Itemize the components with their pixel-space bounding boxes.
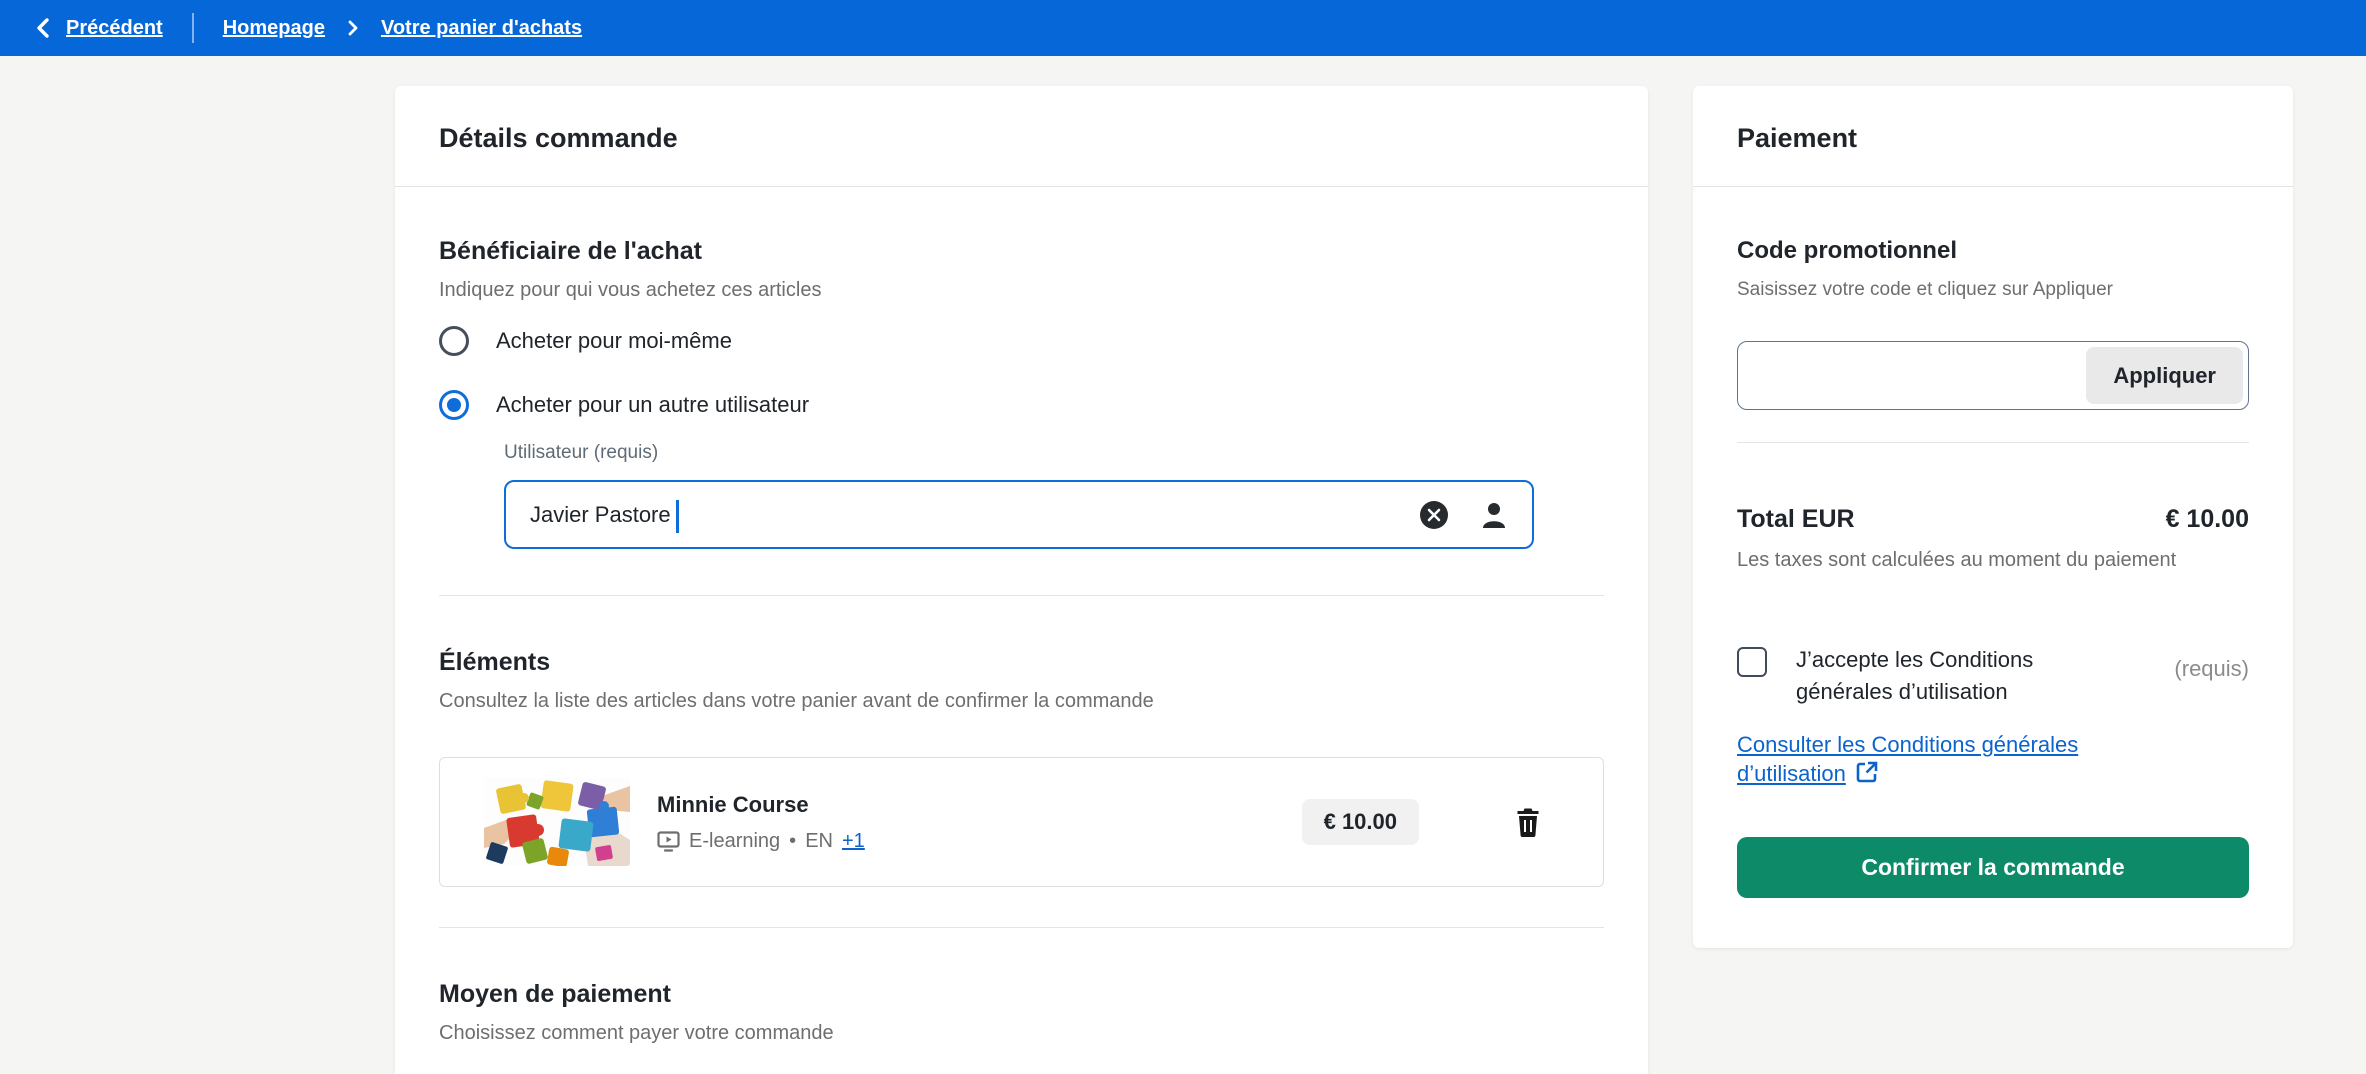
- items-heading: Éléments: [439, 648, 551, 676]
- order-details-title: Détails commande: [439, 123, 678, 153]
- total-label: Total EUR: [1737, 505, 1855, 533]
- trash-icon: [1515, 807, 1541, 837]
- x-circle-icon: [1419, 500, 1449, 530]
- terms-link-label: Consulter les Conditions générales d’uti…: [1737, 731, 2079, 786]
- radio-label: Acheter pour moi-même: [496, 328, 732, 353]
- tax-note: Les taxes sont calculées au moment du pa…: [1737, 549, 2177, 571]
- beneficiary-subheading: Indiquez pour qui vous achetez ces artic…: [439, 279, 822, 301]
- section-divider: [439, 927, 1604, 928]
- item-price-badge: € 10.00: [1301, 799, 1419, 845]
- promo-subheading: Saisissez votre code et cliquez sur Appl…: [1737, 279, 2113, 300]
- promo-code-field[interactable]: Appliquer: [1737, 341, 2249, 410]
- chevron-left-icon: [33, 17, 53, 39]
- promo-heading: Code promotionnel: [1737, 237, 1957, 264]
- section-divider: [1737, 442, 2249, 443]
- course-thumbnail: [484, 778, 630, 866]
- radio-buy-for-myself[interactable]: Acheter pour moi-même: [439, 326, 1604, 356]
- back-link[interactable]: Précédent: [33, 17, 163, 40]
- apply-promo-button[interactable]: Appliquer: [2086, 347, 2243, 404]
- radio-label: Acheter pour un autre utilisateur: [496, 392, 810, 417]
- user-input[interactable]: [530, 501, 1419, 528]
- text-caret: [676, 500, 679, 533]
- course-title: Minnie Course: [657, 791, 809, 817]
- radio-circle-unselected[interactable]: [439, 326, 469, 356]
- total-row: Total EUR € 10.00: [1737, 505, 2249, 534]
- confirm-order-button[interactable]: Confirmer la commande: [1737, 836, 2249, 898]
- back-label: Précédent: [66, 16, 163, 39]
- order-details-header: Détails commande: [395, 86, 1648, 187]
- top-navigation-bar: Précédent Homepage Votre panier d'achats: [0, 0, 2366, 56]
- payment-panel: Paiement Code promotionnel Saisissez vot…: [1693, 86, 2293, 948]
- topbar-separator: [191, 13, 194, 43]
- chevron-right-icon: [346, 20, 360, 36]
- person-icon: [1480, 500, 1508, 530]
- remove-item-button[interactable]: [1515, 807, 1541, 837]
- terms-checkbox-label: J’accepte les Conditions générales d’uti…: [1796, 647, 2034, 704]
- section-divider: [439, 595, 1604, 596]
- required-label: (requis): [2174, 656, 2249, 681]
- course-type-label: E-learning: [689, 829, 781, 852]
- user-select-field[interactable]: [504, 480, 1534, 549]
- items-subheading: Consultez la liste des articles dans vot…: [439, 690, 1154, 712]
- payment-method-heading: Moyen de paiement: [439, 980, 671, 1008]
- cart-item-row: Minnie Course E-learning • EN +1 € 10.00: [439, 757, 1604, 887]
- beneficiary-heading: Bénéficiaire de l'achat: [439, 237, 703, 265]
- radio-dot: [447, 398, 461, 412]
- radio-circle-selected[interactable]: [439, 390, 469, 420]
- breadcrumb-homepage[interactable]: Homepage: [223, 17, 325, 40]
- breadcrumb-cart[interactable]: Votre panier d'achats: [381, 17, 582, 40]
- terms-link[interactable]: Consulter les Conditions générales d’uti…: [1737, 730, 2182, 791]
- meta-bullet: •: [789, 829, 797, 852]
- clear-input-button[interactable]: [1419, 500, 1449, 530]
- terms-row: J’accepte les Conditions générales d’uti…: [1737, 644, 2249, 708]
- monitor-play-icon: [657, 830, 680, 852]
- payment-panel-title: Paiement: [1737, 123, 1858, 153]
- external-link-icon: [1855, 760, 1879, 791]
- promo-code-input[interactable]: [1743, 362, 2087, 389]
- payment-panel-header: Paiement: [1693, 86, 2293, 187]
- more-languages-link[interactable]: +1: [842, 830, 865, 853]
- select-user-button[interactable]: [1480, 500, 1508, 530]
- order-details-card: Détails commande Bénéficiaire de l'achat…: [395, 86, 1648, 1074]
- terms-checkbox[interactable]: [1737, 647, 1767, 677]
- total-amount: € 10.00: [2165, 505, 2249, 533]
- radio-buy-for-other-user[interactable]: Acheter pour un autre utilisateur: [439, 390, 1604, 420]
- user-field-label: Utilisateur (requis): [504, 442, 659, 463]
- payment-method-subheading: Choisissez comment payer votre commande: [439, 1022, 834, 1044]
- course-language: EN: [805, 829, 833, 852]
- breadcrumb: Homepage Votre panier d'achats: [223, 17, 582, 40]
